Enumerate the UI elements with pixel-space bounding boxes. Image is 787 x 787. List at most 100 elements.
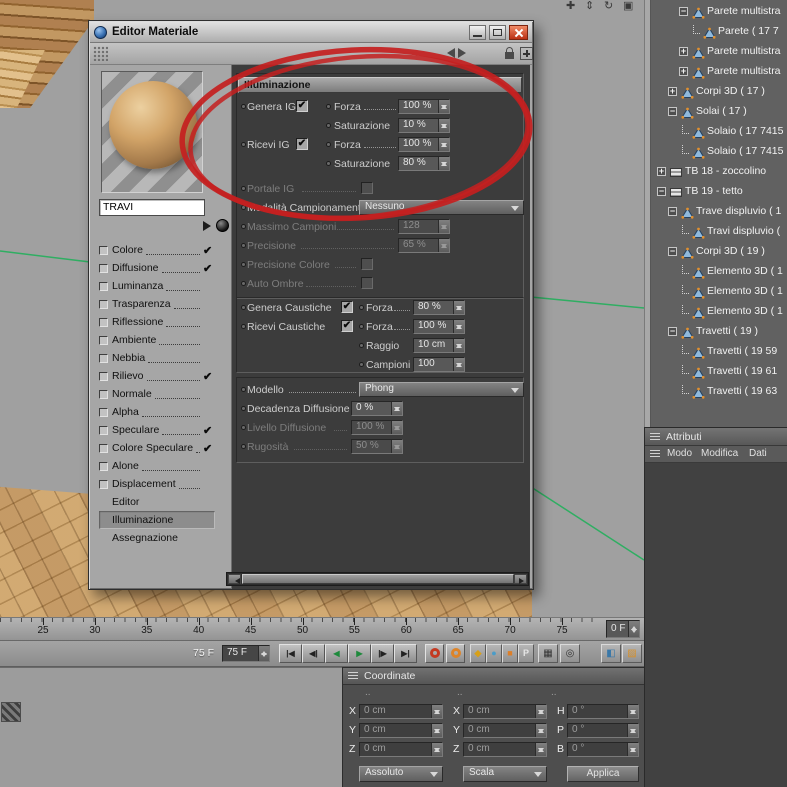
keyframe-dot[interactable] [241, 324, 246, 329]
channel-row[interactable]: Ambiente [99, 331, 215, 349]
camera-rotate-icon[interactable]: ↻ [604, 0, 613, 13]
menu-grip-icon[interactable] [650, 450, 660, 458]
tree-row[interactable]: − Solai ( 17 ) [651, 102, 787, 122]
keyframe-dot[interactable] [326, 161, 331, 166]
horizontal-scrollbar[interactable] [226, 572, 529, 586]
collapse-icon[interactable]: − [657, 187, 666, 196]
snap-settings-button[interactable]: ▦ [538, 644, 558, 663]
timeline-option-button-1[interactable]: ◧ [601, 644, 621, 663]
spinner-arrows-icon[interactable] [535, 705, 546, 718]
scrollbar-thumb[interactable] [242, 574, 514, 584]
ricevi-ig-checkbox[interactable]: ✔ [296, 138, 308, 150]
material-page-illuminazione[interactable]: Illuminazione [99, 511, 215, 529]
tree-row[interactable]: Elemento 3D ( 1 [651, 282, 787, 302]
tree-row[interactable]: − Parete multistra [651, 2, 787, 22]
add-icon[interactable] [520, 47, 533, 60]
record-scale-toggle[interactable]: ● [486, 644, 502, 663]
tree-row[interactable]: + Parete multistra [651, 62, 787, 82]
record-position-toggle[interactable]: ◆ [470, 644, 486, 663]
menu-modifica[interactable]: Modifica [701, 448, 738, 459]
record-parameter-toggle[interactable]: P [518, 644, 534, 663]
keyframe-dot[interactable] [359, 324, 364, 329]
keyframe-dot[interactable] [241, 224, 246, 229]
spinner-arrows-icon[interactable] [438, 157, 449, 170]
scroll-right-button[interactable] [514, 574, 527, 584]
next-key-button[interactable]: |▶ [371, 644, 394, 663]
spinner-arrows-icon[interactable] [258, 646, 269, 661]
coordinate-scale-dropdown[interactable]: Scala [463, 766, 547, 782]
tree-row[interactable]: − TB 19 - tetto [651, 182, 787, 202]
spinner-arrows-icon[interactable] [438, 138, 449, 151]
menu-modo[interactable]: Modo [667, 448, 692, 459]
spinner-arrows-icon[interactable] [431, 705, 442, 718]
tree-row[interactable]: Travetti ( 19 61 [651, 362, 787, 382]
channel-row[interactable]: Speculare ✔ [99, 421, 215, 439]
play-backward-button[interactable]: ◀ [325, 644, 348, 663]
radius-field[interactable]: 10 cm [413, 338, 465, 353]
panel-grip-icon[interactable] [650, 433, 660, 441]
shading-model-dropdown[interactable]: Phong [359, 382, 524, 397]
spinner-arrows-icon[interactable] [627, 743, 638, 756]
maximize-button[interactable] [489, 24, 506, 40]
toolbar-grip-icon[interactable] [93, 46, 108, 61]
collapse-icon[interactable]: − [679, 7, 688, 16]
keyframe-dot[interactable] [241, 205, 246, 210]
goto-start-button[interactable]: |◀ [279, 644, 302, 663]
channel-checkbox[interactable] [99, 407, 108, 417]
timeline-end-field[interactable]: 0 F [606, 620, 640, 638]
lock-icon[interactable] [505, 47, 514, 59]
keyframe-dot[interactable] [241, 142, 246, 147]
tree-row[interactable]: Parete ( 17 7 [651, 22, 787, 42]
spinner-arrows-icon[interactable] [438, 239, 449, 252]
camera-zoom-icon[interactable]: ⇕ [585, 0, 594, 13]
size-z-field[interactable]: 0 cm [463, 742, 547, 757]
keyframe-dot[interactable] [326, 123, 331, 128]
material-manager[interactable] [0, 667, 342, 787]
object-manager[interactable]: − Parete multistra Parete ( 17 7 + Parete mu… [651, 0, 787, 427]
spinner-arrows-icon[interactable] [391, 440, 402, 453]
spinner-arrows-icon[interactable] [438, 119, 449, 132]
color-precision-checkbox[interactable] [361, 258, 373, 270]
toggle-view-icon[interactable]: ▣ [623, 0, 633, 13]
expand-icon[interactable]: + [679, 47, 688, 56]
channel-row[interactable]: Displacement [99, 475, 215, 493]
channel-row[interactable]: Nebbia [99, 349, 215, 367]
channel-row[interactable]: Rilievo ✔ [99, 367, 215, 385]
genera-ig-saturazione-field[interactable]: 10 % [398, 118, 450, 133]
tree-row[interactable]: Solaio ( 17 7415 [651, 122, 787, 142]
expand-icon[interactable]: + [668, 87, 677, 96]
channel-row[interactable]: Alone [99, 457, 215, 475]
genera-ig-forza-field[interactable]: 100 % [398, 99, 450, 114]
autokey-button[interactable] [446, 644, 465, 663]
camera-pan-icon[interactable]: ✚ [566, 0, 575, 13]
minimize-button[interactable] [469, 24, 486, 40]
tree-row[interactable]: Elemento 3D ( 1 [651, 262, 787, 282]
generate-caustics-forza-field[interactable]: 80 % [413, 300, 465, 315]
channel-checkbox[interactable] [99, 353, 108, 363]
ricevi-ig-forza-field[interactable]: 100 % [398, 137, 450, 152]
channel-checkbox[interactable] [99, 461, 108, 471]
rotation-b-field[interactable]: 0 ° [567, 742, 639, 757]
keyframe-dot[interactable] [241, 186, 246, 191]
receive-caustics-checkbox[interactable]: ✔ [341, 320, 353, 332]
position-y-field[interactable]: 0 cm [359, 723, 443, 738]
preview-menu-arrow-icon[interactable] [203, 221, 216, 231]
channel-checkbox[interactable] [99, 425, 108, 435]
channel-checkbox[interactable] [99, 371, 108, 381]
channel-row[interactable]: Diffusione ✔ [99, 259, 215, 277]
collapse-icon[interactable]: − [668, 327, 677, 336]
timeline-ruler[interactable]: 0 F 25 30 35 40 45 50 55 60 65 70 75 [0, 617, 644, 641]
material-page-editor[interactable]: Editor [99, 493, 215, 511]
tree-row[interactable]: Travetti ( 19 63 [651, 382, 787, 402]
max-samples-field[interactable]: 128 [398, 219, 450, 234]
spinner-arrows-icon[interactable] [628, 621, 639, 637]
channel-row[interactable]: Alpha [99, 403, 215, 421]
goto-end-button[interactable]: ▶| [394, 644, 417, 663]
expand-icon[interactable]: + [657, 167, 666, 176]
channel-row[interactable]: Riflessione [99, 313, 215, 331]
auto-shadows-checkbox[interactable] [361, 277, 373, 289]
pla-toggle-button[interactable]: ◎ [560, 644, 580, 663]
diffuse-level-field[interactable]: 100 % [351, 420, 403, 435]
material-thumbnail[interactable] [1, 702, 21, 722]
spinner-arrows-icon[interactable] [627, 724, 638, 737]
